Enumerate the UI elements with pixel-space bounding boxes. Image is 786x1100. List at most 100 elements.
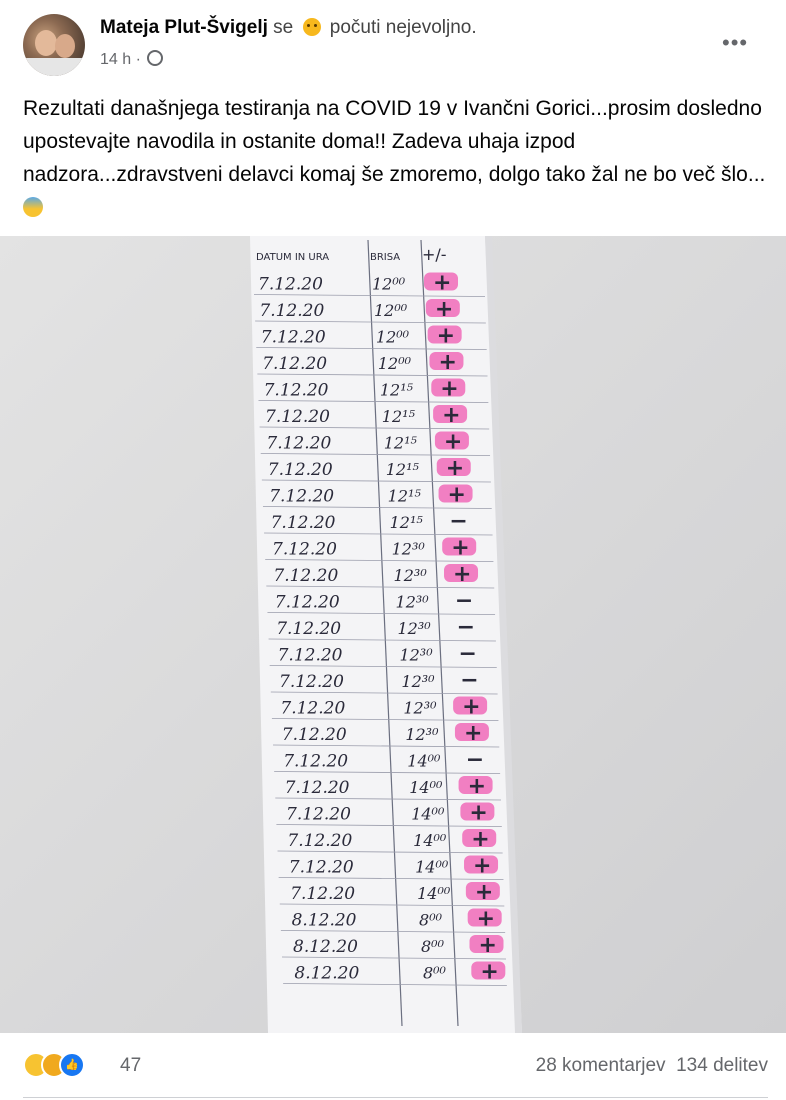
positive-mark: + bbox=[468, 774, 486, 799]
row-date: 7.12.20 bbox=[269, 487, 334, 507]
row-date: 7.12.20 bbox=[280, 699, 345, 719]
post-meta: 14 h · bbox=[100, 50, 164, 69]
row-time: 12⁰⁰ bbox=[374, 301, 408, 320]
row-date: 7.12.20 bbox=[279, 672, 344, 692]
row-date: 8.12.20 bbox=[294, 964, 359, 984]
row-date: 7.12.20 bbox=[271, 513, 336, 533]
row-time: 12³⁰ bbox=[405, 725, 439, 744]
row-time: 12³⁰ bbox=[399, 646, 433, 665]
row-date: 7.12.20 bbox=[283, 752, 348, 772]
positive-mark: + bbox=[444, 430, 462, 455]
positive-mark: + bbox=[477, 907, 495, 932]
positive-mark: + bbox=[437, 324, 455, 349]
row-time: 12³⁰ bbox=[403, 699, 437, 718]
row-time: 14⁰⁰ bbox=[415, 858, 449, 877]
row-time: 8⁰⁰ bbox=[421, 937, 445, 956]
row-date: 7.12.20 bbox=[285, 778, 350, 798]
row-date: 7.12.20 bbox=[268, 460, 333, 480]
row-date: 7.12.20 bbox=[258, 275, 323, 295]
anxious-face-emoji-icon bbox=[23, 197, 43, 217]
post-header: Mateja Plut-Švigelj se počuti nejevoljno… bbox=[0, 0, 786, 90]
frown-emoji-icon bbox=[302, 18, 321, 36]
comments-link[interactable]: 28 komentarjev bbox=[536, 1055, 666, 1076]
shares-link[interactable]: 134 delitev bbox=[676, 1055, 768, 1076]
row-date: 7.12.20 bbox=[289, 858, 354, 878]
row-time: 12³⁰ bbox=[401, 672, 435, 691]
sheet-header-0: DATUM IN URA bbox=[256, 252, 329, 263]
row-time: 12¹⁵ bbox=[382, 407, 416, 426]
row-date: 7.12.20 bbox=[286, 805, 351, 825]
negative-mark: − bbox=[458, 642, 476, 667]
positive-mark: + bbox=[448, 483, 466, 508]
feeling-text: počuti nejevoljno. bbox=[329, 17, 477, 38]
row-date: 7.12.20 bbox=[264, 381, 329, 401]
row-date: 7.12.20 bbox=[259, 301, 324, 321]
negative-mark: − bbox=[455, 589, 473, 614]
row-time: 14⁰⁰ bbox=[411, 805, 445, 824]
negative-mark: − bbox=[460, 668, 478, 693]
positive-mark: + bbox=[453, 562, 471, 587]
row-date: 7.12.20 bbox=[290, 884, 355, 904]
row-date: 7.12.20 bbox=[265, 407, 330, 427]
positive-mark: + bbox=[446, 456, 464, 481]
sheet-header-1: BRISA bbox=[370, 252, 400, 263]
positive-mark: + bbox=[440, 377, 458, 402]
row-date: 7.12.20 bbox=[278, 646, 343, 666]
positive-mark: + bbox=[471, 827, 489, 852]
avatar[interactable] bbox=[23, 14, 85, 76]
test-results-sheet: DATUM IN URA BRISA +/- 7.12.20 12⁰⁰ +7.12.20 1… bbox=[0, 236, 786, 1033]
row-date: 7.12.20 bbox=[261, 328, 326, 348]
row-time: 12¹⁵ bbox=[390, 513, 424, 532]
row-time: 14⁰⁰ bbox=[409, 778, 443, 797]
row-date: 7.12.20 bbox=[275, 593, 340, 613]
feeling-prefix: se bbox=[273, 17, 294, 38]
row-time: 12¹⁵ bbox=[384, 434, 418, 453]
row-time: 14⁰⁰ bbox=[417, 884, 451, 903]
row-date: 8.12.20 bbox=[292, 911, 357, 931]
row-time: 12³⁰ bbox=[392, 540, 426, 559]
row-time: 12⁰⁰ bbox=[372, 275, 406, 294]
row-date: 7.12.20 bbox=[262, 354, 327, 374]
positive-mark: + bbox=[469, 801, 487, 826]
row-date: 7.12.20 bbox=[272, 540, 337, 560]
row-time: 12¹⁵ bbox=[386, 460, 420, 479]
row-time: 12³⁰ bbox=[396, 593, 430, 612]
post-time[interactable]: 14 h · bbox=[100, 51, 141, 68]
positive-mark: + bbox=[475, 880, 493, 905]
row-time: 12³⁰ bbox=[397, 619, 431, 638]
row-time: 14⁰⁰ bbox=[407, 752, 441, 771]
positive-mark: + bbox=[462, 695, 480, 720]
more-options-icon[interactable]: ••• bbox=[722, 30, 748, 56]
positive-mark: + bbox=[479, 933, 497, 958]
globe-icon bbox=[147, 50, 164, 66]
like-reaction-icon bbox=[59, 1052, 85, 1078]
row-date: 7.12.20 bbox=[273, 566, 338, 586]
sheet-header-2: +/- bbox=[422, 245, 447, 264]
post-photo[interactable]: DATUM IN URA BRISA +/- 7.12.20 12⁰⁰ +7.12.20 1… bbox=[0, 236, 786, 1033]
positive-mark: + bbox=[480, 960, 498, 985]
row-time: 8⁰⁰ bbox=[419, 911, 443, 930]
row-time: 14⁰⁰ bbox=[413, 831, 447, 850]
author-line: Mateja Plut-Švigelj se počuti nejevoljno… bbox=[100, 17, 477, 39]
post-text: Rezultati današnjega testiranja na COVID… bbox=[23, 92, 768, 224]
negative-mark: − bbox=[466, 748, 484, 773]
row-date: 7.12.20 bbox=[276, 619, 341, 639]
reaction-count[interactable]: 47 bbox=[120, 1055, 141, 1077]
row-date: 7.12.20 bbox=[282, 725, 347, 745]
row-date: 7.12.20 bbox=[287, 831, 352, 851]
row-time: 12¹⁵ bbox=[380, 381, 414, 400]
post-stats: 28 komentarjev 134 delitev bbox=[536, 1055, 768, 1077]
positive-mark: + bbox=[433, 271, 451, 296]
post-footer: 47 28 komentarjev 134 delitev bbox=[0, 1040, 786, 1100]
positive-mark: + bbox=[435, 297, 453, 322]
row-time: 8⁰⁰ bbox=[423, 964, 447, 983]
negative-mark: − bbox=[457, 615, 475, 640]
divider bbox=[23, 1097, 768, 1098]
positive-mark: + bbox=[464, 721, 482, 746]
positive-mark: + bbox=[473, 854, 491, 879]
post-body: Rezultati današnjega testiranja na COVID… bbox=[23, 97, 766, 186]
positive-mark: + bbox=[438, 350, 456, 375]
row-time: 12⁰⁰ bbox=[378, 354, 412, 373]
author-name[interactable]: Mateja Plut-Švigelj bbox=[100, 17, 268, 38]
negative-mark: − bbox=[449, 509, 467, 534]
